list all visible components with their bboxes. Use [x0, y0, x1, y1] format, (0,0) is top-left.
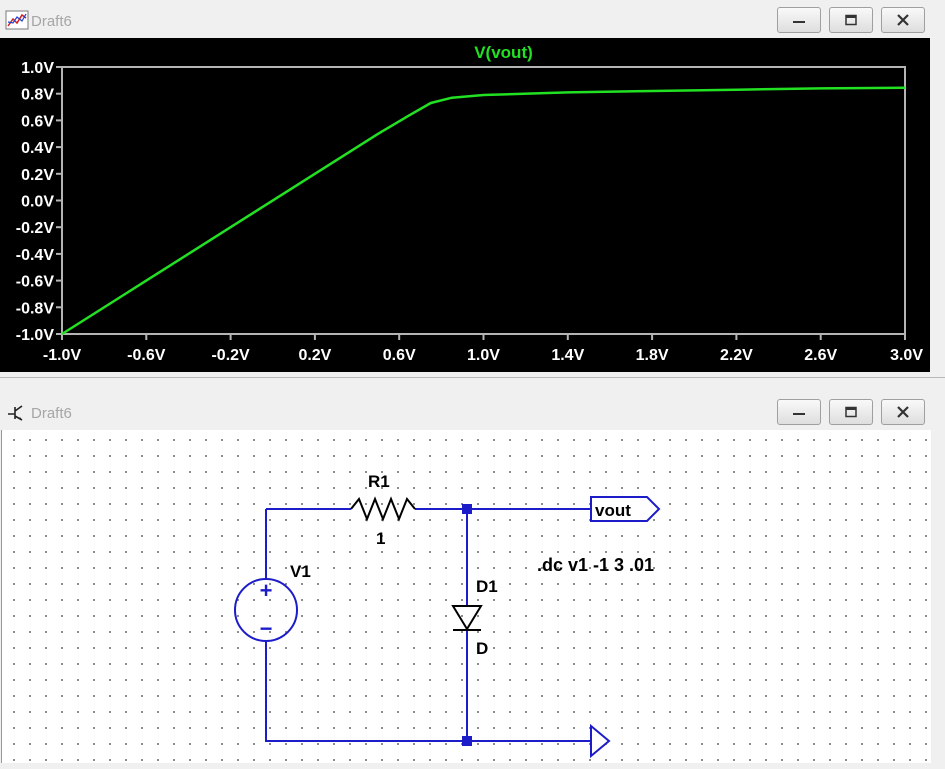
waveform-titlebar[interactable]: Draft6	[0, 0, 945, 38]
source-minus-sign: −	[260, 616, 273, 641]
y-tick-label: -0.6V	[16, 274, 55, 291]
x-tick-label: 3.0V	[890, 347, 923, 364]
x-tick-label: 0.6V	[383, 347, 416, 364]
minimize-icon	[793, 413, 805, 415]
y-tick-label: 0.8V	[21, 87, 54, 104]
chart-title: V(vout)	[474, 43, 533, 62]
window-title: Draft6	[31, 405, 72, 422]
x-tick-label: 2.6V	[804, 347, 837, 364]
schematic-drawing: R1 1 + − V1 D1 D vout .dc v1 -1 3 .01	[234, 472, 661, 759]
series-line-vout	[61, 86, 906, 336]
y-tick-label: -0.8V	[16, 300, 55, 317]
waveform-plot[interactable]: V(vout) 1.0V 0.8V 0.6V 0.4V 0.2V 0.0V -0.2V -0.4…	[0, 38, 930, 372]
source-plus-sign: +	[260, 578, 273, 603]
diode-d1[interactable]	[451, 605, 483, 631]
resistor-name: R1	[368, 472, 390, 491]
resistor-value: 1	[376, 529, 385, 548]
voltage-source-v1[interactable]: + −	[234, 578, 298, 642]
x-tick-label: 0.2V	[298, 347, 331, 364]
ground-flag[interactable]	[590, 723, 611, 759]
maximize-button[interactable]	[829, 7, 873, 33]
schematic-window: Draft6 R1 1 + − V1 D1 D vout .dc v1 -1 3…	[0, 392, 945, 769]
wire-source-bottom[interactable]	[265, 642, 591, 742]
waveform-icon	[5, 10, 29, 30]
source-name: V1	[290, 562, 311, 581]
vout-chart: V(vout) 1.0V 0.8V 0.6V 0.4V 0.2V 0.0V -0.2V -0.4…	[16, 43, 924, 364]
minimize-icon	[793, 21, 805, 23]
plot-frame	[61, 66, 906, 335]
schematic-titlebar[interactable]: Draft6	[0, 392, 945, 430]
x-tick-label: 2.2V	[720, 347, 753, 364]
close-icon	[897, 14, 909, 26]
close-icon	[897, 406, 909, 418]
y-tick-label: 0.6V	[21, 113, 54, 130]
x-tick-label: -0.2V	[211, 347, 250, 364]
y-tick-label: -1.0V	[16, 327, 55, 344]
resistor-r1[interactable]	[350, 496, 416, 522]
x-tick-label: -0.6V	[127, 347, 166, 364]
window-title: Draft6	[31, 13, 72, 30]
diode-name: D1	[476, 577, 498, 596]
diode-model: D	[476, 639, 488, 658]
minimize-button[interactable]	[777, 7, 821, 33]
y-tick-label: -0.4V	[16, 247, 55, 264]
y-tick-label: -0.2V	[16, 220, 55, 237]
maximize-icon	[845, 406, 857, 418]
y-tick-label: 0.0V	[21, 194, 54, 211]
y-tick-label: 1.0V	[21, 60, 54, 77]
schematic-canvas[interactable]: R1 1 + − V1 D1 D vout .dc v1 -1 3 .01	[1, 430, 931, 763]
schematic-icon	[8, 405, 23, 421]
x-tick-label: 1.4V	[551, 347, 584, 364]
maximize-button[interactable]	[829, 399, 873, 425]
x-tick-label: -1.0V	[43, 347, 82, 364]
minimize-button[interactable]	[777, 399, 821, 425]
junction-top	[462, 504, 472, 514]
waveform-window: Draft6 V(vout) 1.0V 0.8V 0.6V 0.4V 0.2V 0.0V -0…	[0, 0, 945, 378]
close-button[interactable]	[881, 7, 925, 33]
junction-bottom	[462, 736, 472, 746]
y-tick-label: 0.2V	[21, 167, 54, 184]
close-button[interactable]	[881, 399, 925, 425]
spice-directive[interactable]: .dc v1 -1 3 .01	[537, 555, 654, 575]
net-label-vout[interactable]: vout	[590, 496, 661, 522]
maximize-icon	[845, 14, 857, 26]
x-tick-label: 1.0V	[467, 347, 500, 364]
y-tick-label: 0.4V	[21, 140, 54, 157]
net-label-text: vout	[595, 501, 631, 520]
x-tick-label: 1.8V	[636, 347, 669, 364]
